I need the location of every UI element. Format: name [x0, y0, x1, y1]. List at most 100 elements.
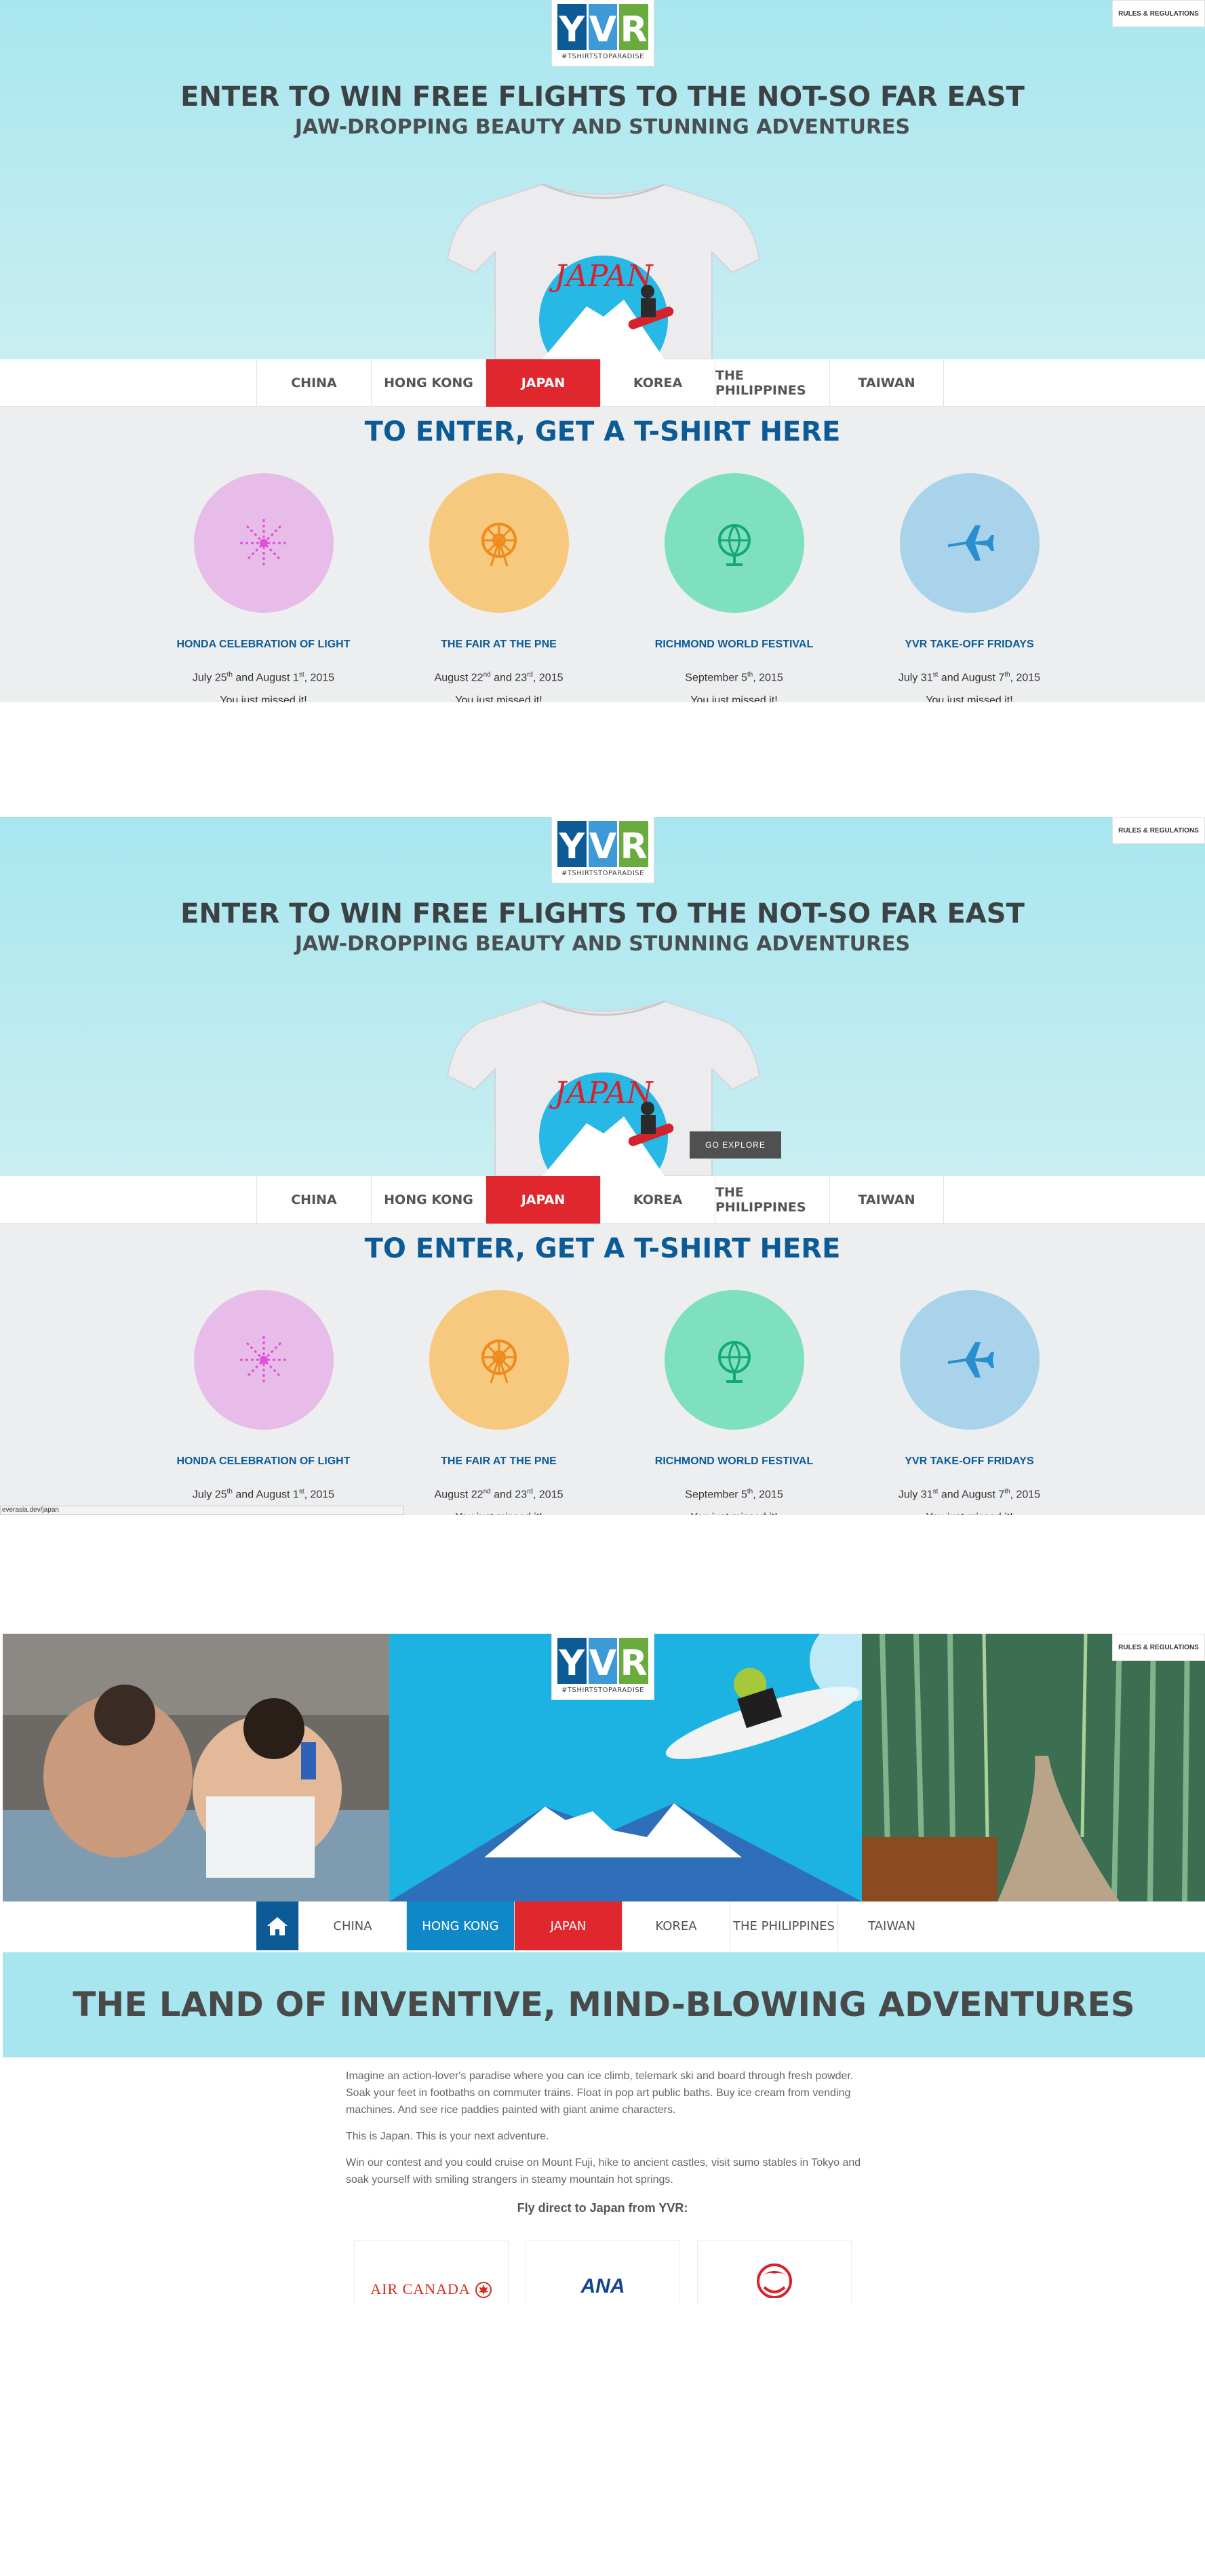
event-card[interactable]: HONDA CELEBRATION OF LIGHT July 25th and… — [146, 473, 381, 702]
event-status: You just missed it! — [852, 1512, 1087, 1515]
tab-taiwan[interactable]: TAIWAN — [829, 359, 944, 407]
event-date: September 5th, 2015 — [685, 1488, 783, 1501]
tab-philippines[interactable]: THE PHILIPPINES — [715, 359, 829, 407]
event-date: July 25th and August 1st, 2015 — [192, 671, 335, 684]
tab-hong-kong[interactable]: HONG KONG — [406, 1901, 514, 1950]
tab-taiwan[interactable]: TAIWAN — [837, 1901, 945, 1950]
event-date: September 5th, 2015 — [685, 671, 783, 684]
logo-tagline: #TSHIRTSTOPARADISE — [561, 1687, 644, 1694]
event-status: You just missed it! — [690, 695, 778, 702]
event-list: HONDA CELEBRATION OF LIGHT July 25th and… — [146, 473, 1088, 702]
logo-letter-r: R — [619, 4, 649, 50]
go-explore-button[interactable]: GO EXPLORE — [690, 1131, 781, 1159]
paragraph: This is Japan. This is your next adventu… — [346, 2131, 549, 2142]
screenshot-frame-1: ENTER TO WIN FREE FLIGHTS TO THE NOT-SO … — [0, 0, 1205, 702]
event-status: You just missed it! — [616, 1512, 852, 1515]
event-status: You just missed it! — [455, 695, 542, 702]
paragraph: Win our contest and you could cruise on … — [346, 2157, 861, 2186]
hero-subheadline: JAW-DROPPING BEAUTY AND STUNNING ADVENTU… — [294, 115, 911, 139]
logo-tagline: #TSHIRTSTOPARADISE — [561, 870, 644, 877]
rules-regulations-button[interactable]: RULES & REGULATIONS — [1112, 1634, 1205, 1661]
jal-logo[interactable] — [697, 2240, 852, 2305]
tab-hong-kong[interactable]: HONG KONG — [371, 1176, 486, 1224]
tab-philippines[interactable]: THE PHILIPPINES — [715, 1176, 829, 1224]
tab-china[interactable]: CHINA — [298, 1901, 406, 1950]
logo-letter-r: R — [619, 1638, 649, 1684]
event-card[interactable]: YVR TAKE-OFF FRIDAYS July 31st and Augus… — [852, 473, 1087, 702]
paragraph: Imagine an action-lover's paradise where… — [346, 2070, 854, 2116]
shirt-text: JAPAN — [549, 259, 654, 294]
event-card[interactable]: YVR TAKE-OFF FRIDAYS July 31st and Augus… — [852, 1290, 1087, 1515]
hero-subheadline: JAW-DROPPING BEAUTY AND STUNNING ADVENTU… — [294, 932, 911, 956]
jal-crane-icon — [757, 2263, 792, 2298]
event-status: You just missed it! — [381, 1512, 616, 1515]
logo-letter-r: R — [619, 821, 649, 867]
event-name: RICHMOND WORLD FESTIVAL — [654, 639, 814, 650]
tshirt-image: JAPAN — [446, 183, 761, 359]
logo-letter-y: Y — [557, 1638, 587, 1684]
event-name: RICHMOND WORLD FESTIVAL — [654, 1455, 814, 1467]
enter-section: TO ENTER, GET A T-SHIRT HERE HONDA CELEB… — [0, 407, 1205, 702]
adventure-title: THE LAND OF INVENTIVE, MIND-BLOWING ADVE… — [73, 1985, 1135, 2024]
tab-japan[interactable]: JAPAN — [514, 1901, 622, 1950]
enter-title: TO ENTER, GET A T-SHIRT HERE — [364, 1233, 841, 1264]
yvr-logo[interactable]: Y V R #TSHIRTSTOPARADISE — [551, 817, 654, 883]
tab-korea[interactable]: KOREA — [600, 1176, 715, 1224]
status-bar-url: everasia.dev/japan — [0, 1506, 403, 1515]
event-card[interactable]: RICHMOND WORLD FESTIVAL September 5th, 2… — [616, 473, 852, 702]
country-tabs: CHINA HONG KONG JAPAN KOREA THE PHILIPPI… — [0, 359, 1205, 407]
home-icon[interactable] — [256, 1901, 298, 1950]
event-status: You just missed it! — [220, 695, 307, 702]
yvr-logo[interactable]: Y V R #TSHIRTSTOPARADISE — [551, 0, 654, 66]
logo-letter-y: Y — [557, 4, 587, 50]
onsen-photo — [3, 1634, 389, 1901]
yvr-logo[interactable]: Y V R #TSHIRTSTOPARADISE — [551, 1634, 654, 1700]
enter-section: TO ENTER, GET A T-SHIRT HERE HONDA CELEB… — [0, 1224, 1205, 1515]
tab-philippines[interactable]: THE PHILIPPINES — [730, 1901, 837, 1950]
ferris-wheel-icon — [429, 1290, 569, 1430]
rules-regulations-button[interactable]: RULES & REGULATIONS — [1112, 0, 1205, 27]
fireworks-icon — [193, 473, 334, 613]
event-name: HONDA CELEBRATION OF LIGHT — [176, 1455, 351, 1467]
tab-taiwan[interactable]: TAIWAN — [829, 1176, 944, 1224]
hero-headline: ENTER TO WIN FREE FLIGHTS TO THE NOT-SO … — [180, 81, 1025, 113]
tab-hong-kong[interactable]: HONG KONG — [371, 359, 486, 407]
tab-korea[interactable]: KOREA — [600, 359, 715, 407]
ana-logo[interactable]: ANA — [526, 2240, 680, 2305]
event-list: HONDA CELEBRATION OF LIGHT July 25th and… — [146, 1290, 1088, 1515]
airline-list: AIR CANADA ANA — [354, 2240, 852, 2305]
enter-title: TO ENTER, GET A T-SHIRT HERE — [364, 416, 841, 447]
event-card[interactable]: RICHMOND WORLD FESTIVAL September 5th, 2… — [616, 1290, 852, 1515]
globe-icon — [664, 473, 804, 613]
shirt-text: JAPAN — [549, 1076, 654, 1110]
fireworks-icon — [193, 1290, 334, 1430]
event-status: You just missed it! — [926, 695, 1013, 702]
event-card[interactable]: THE FAIR AT THE PNE August 22nd and 23rd… — [381, 1290, 616, 1515]
tab-japan[interactable]: JAPAN — [486, 1176, 600, 1224]
event-card[interactable]: THE FAIR AT THE PNE August 22nd and 23rd… — [381, 473, 616, 702]
logo-tagline: #TSHIRTSTOPARADISE — [561, 53, 644, 60]
air-canada-logo[interactable]: AIR CANADA — [354, 2240, 509, 2305]
country-tabs: CHINA HONG KONG JAPAN KOREA THE PHILIPPI… — [0, 1901, 1205, 1950]
tab-korea[interactable]: KOREA — [622, 1901, 730, 1950]
airplane-icon — [899, 473, 1040, 613]
event-card[interactable]: HONDA CELEBRATION OF LIGHT July 25th and… — [146, 1290, 381, 1515]
event-name: THE FAIR AT THE PNE — [441, 639, 557, 650]
maple-leaf-icon — [475, 2282, 492, 2298]
event-date: July 31st and August 7th, 2015 — [898, 1488, 1041, 1501]
tab-china[interactable]: CHINA — [256, 359, 371, 407]
japan-description: Imagine an action-lover's paradise where… — [346, 2068, 861, 2198]
event-date: July 25th and August 1st, 2015 — [192, 1488, 335, 1501]
tab-japan[interactable]: JAPAN — [486, 359, 600, 407]
ana-wordmark: ANA — [580, 2275, 625, 2297]
tab-china[interactable]: CHINA — [256, 1176, 371, 1224]
event-name: THE FAIR AT THE PNE — [441, 1455, 557, 1467]
logo-letter-v: V — [588, 821, 618, 867]
screenshot-frame-2: ENTER TO WIN FREE FLIGHTS TO THE NOT-SO … — [0, 817, 1205, 1515]
bamboo-photo — [862, 1634, 1205, 1901]
air-canada-wordmark: AIR CANADA — [370, 2280, 471, 2297]
logo-letter-v: V — [588, 4, 618, 50]
adventure-banner: THE LAND OF INVENTIVE, MIND-BLOWING ADVE… — [3, 1952, 1205, 2057]
country-tabs: CHINA HONG KONG JAPAN KOREA THE PHILIPPI… — [0, 1176, 1205, 1224]
rules-regulations-button[interactable]: RULES & REGULATIONS — [1112, 817, 1205, 844]
